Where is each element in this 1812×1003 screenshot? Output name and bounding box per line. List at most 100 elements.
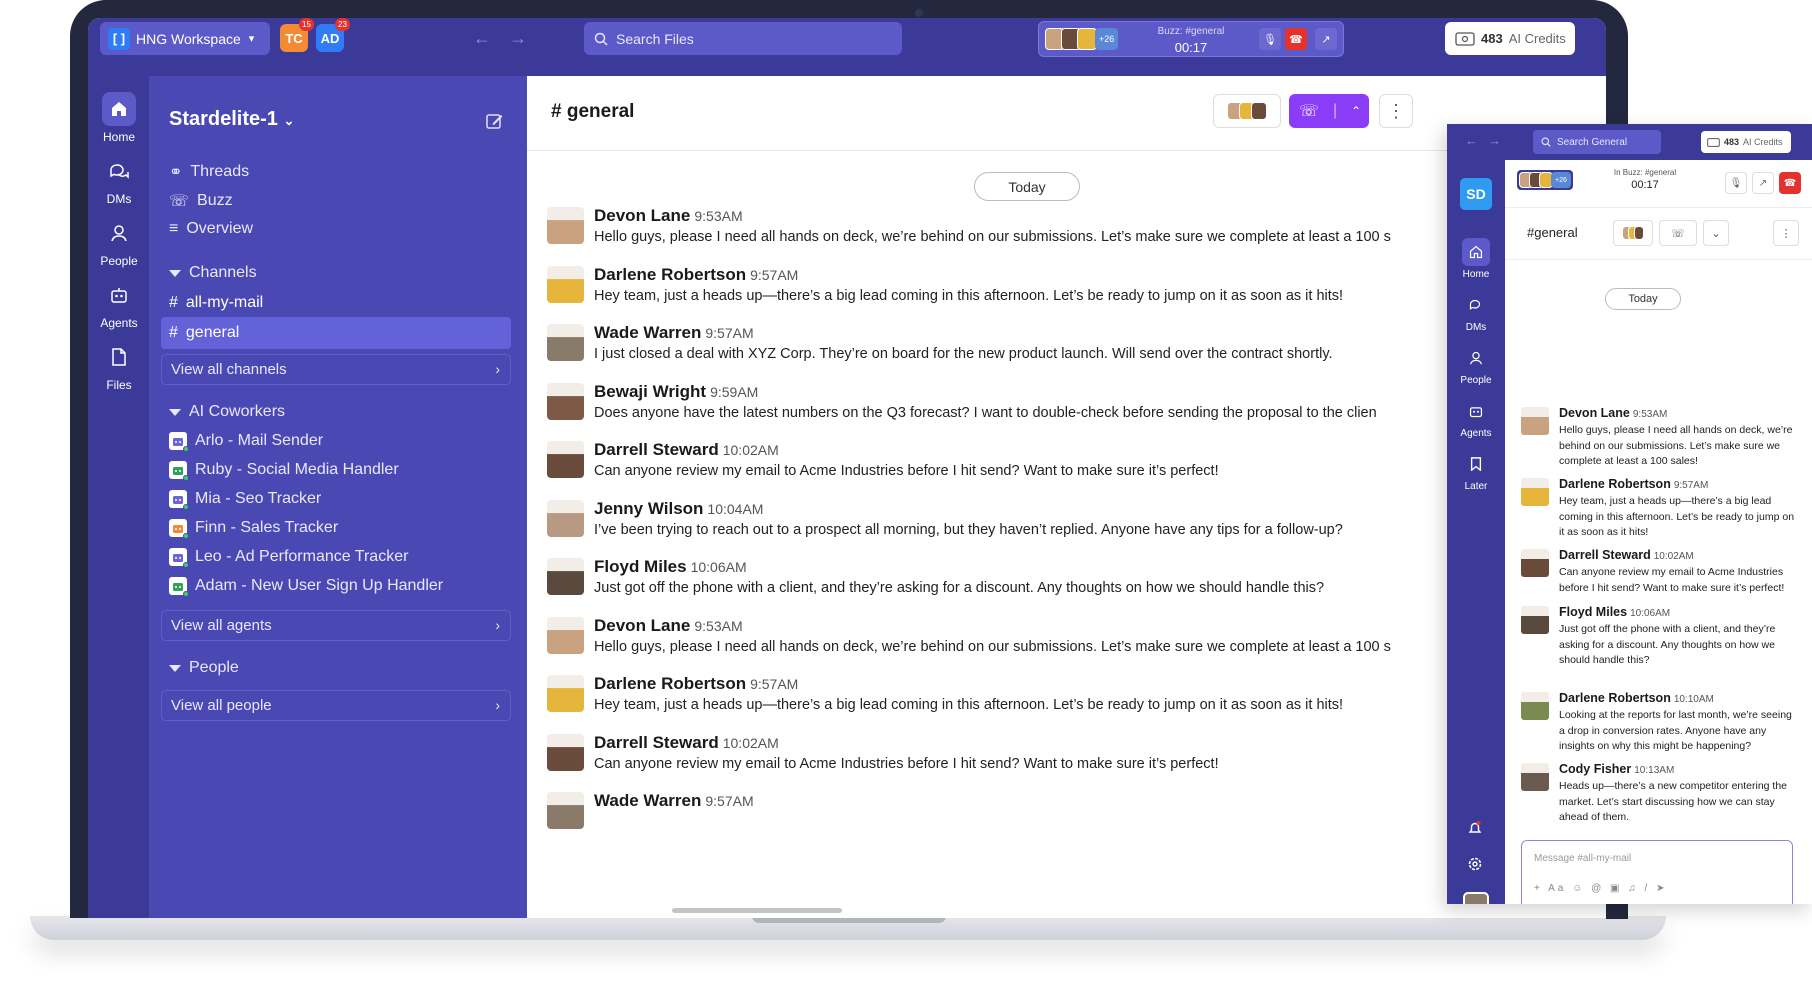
message-author[interactable]: Darrell Steward 10:02AM bbox=[594, 440, 779, 460]
avatar[interactable] bbox=[547, 792, 584, 829]
plus-icon[interactable]: + bbox=[1534, 883, 1543, 894]
workspace-tab-ad[interactable]: AD 23 bbox=[316, 18, 350, 52]
avatar[interactable] bbox=[1521, 407, 1549, 435]
message-author[interactable]: Devon Lane 9:53AM bbox=[1559, 406, 1667, 420]
avatar[interactable] bbox=[547, 558, 584, 595]
ai-coworkers-header[interactable]: AI Coworkers bbox=[169, 403, 285, 421]
more-options-icon[interactable]: ⋮ bbox=[1379, 94, 1413, 128]
call-button[interactable]: ☏ bbox=[1659, 220, 1697, 246]
message-author[interactable]: Darlene Robertson 10:10AM bbox=[1559, 691, 1714, 705]
avatar[interactable] bbox=[547, 733, 584, 771]
start-call-button[interactable]: ☏ | ⌃ bbox=[1289, 94, 1369, 128]
mention-icon[interactable]: @ bbox=[1591, 883, 1604, 894]
avatar[interactable] bbox=[1521, 692, 1549, 720]
emoji-icon[interactable]: ☺ bbox=[1572, 883, 1585, 894]
channels-header[interactable]: Channels bbox=[169, 264, 257, 282]
member-avatars[interactable] bbox=[1613, 220, 1653, 246]
people-header[interactable]: People bbox=[169, 659, 239, 677]
channel-item-all-my-mail[interactable]: # all-my-mail bbox=[161, 287, 511, 319]
rail-item-home[interactable]: Home bbox=[88, 92, 150, 144]
message-author[interactable]: Wade Warren 9:57AM bbox=[594, 323, 754, 343]
agent-item[interactable]: Mia - Seo Tracker bbox=[169, 490, 321, 510]
format-icon[interactable]: Aa bbox=[1548, 883, 1566, 894]
mic-icon[interactable]: ♫ bbox=[1628, 883, 1639, 894]
message-author[interactable]: Jenny Wilson 10:04AM bbox=[594, 499, 763, 519]
video-icon[interactable]: ▣ bbox=[1610, 883, 1622, 894]
more-options-icon[interactable]: ⋮ bbox=[1773, 220, 1799, 246]
avatar[interactable] bbox=[1521, 606, 1549, 634]
workspace-title[interactable]: Stardelite-1 ⌄ bbox=[169, 108, 294, 131]
back-arrow-icon[interactable]: ← bbox=[1465, 133, 1488, 148]
member-avatars[interactable] bbox=[1213, 94, 1281, 128]
message-composer[interactable]: Message #all-my-mail + Aa ☺ @ ▣ ♫ / ➤ bbox=[1521, 840, 1793, 904]
mute-mic-icon[interactable]: 🎙 bbox=[1259, 28, 1281, 50]
expand-icon[interactable]: ↗ bbox=[1315, 28, 1337, 50]
avatar[interactable] bbox=[547, 616, 584, 654]
mute-mic-icon[interactable]: 🎙 bbox=[1725, 172, 1747, 194]
chevron-up-icon[interactable]: ⌃ bbox=[1351, 104, 1361, 118]
agent-item[interactable]: Arlo - Mail Sender bbox=[169, 432, 323, 452]
gear-icon[interactable] bbox=[1467, 856, 1483, 877]
agent-item[interactable]: Leo - Ad Performance Tracker bbox=[169, 548, 408, 568]
compact-ai-credits[interactable]: 483 AI Credits bbox=[1701, 131, 1791, 153]
message-author[interactable]: Devon Lane 9:53AM bbox=[594, 206, 743, 226]
message-author[interactable]: Darrell Steward 10:02AM bbox=[594, 733, 779, 753]
agent-item[interactable]: Adam - New User Sign Up Handler bbox=[169, 577, 443, 597]
expand-icon[interactable]: ↗ bbox=[1752, 172, 1774, 194]
workspace-switcher[interactable]: [ ] HNG Workspace ▾ bbox=[100, 22, 270, 55]
user-avatar[interactable] bbox=[1463, 892, 1489, 904]
search-input[interactable]: Search Files bbox=[584, 22, 902, 55]
rail-item-agents[interactable]: Agents bbox=[88, 278, 150, 330]
compact-call-bar[interactable]: +26 In Buzz: #general 00:17 🎙 ↗ ☎ bbox=[1505, 160, 1812, 208]
slash-icon[interactable]: / bbox=[1645, 883, 1651, 894]
hang-up-icon[interactable]: ☎ bbox=[1285, 28, 1307, 50]
rail-item-dms[interactable]: DMs bbox=[1447, 291, 1505, 333]
agent-item[interactable]: Ruby - Social Media Handler bbox=[169, 461, 399, 481]
nav-buzz[interactable]: ☏ Buzz bbox=[169, 191, 233, 211]
avatar[interactable] bbox=[547, 441, 584, 478]
rail-item-dms[interactable]: DMs bbox=[88, 154, 150, 206]
channel-item-general[interactable]: # general bbox=[161, 317, 511, 349]
message-author[interactable]: Cody Fisher 10:13AM bbox=[1559, 762, 1674, 776]
message-author[interactable]: Wade Warren 9:57AM bbox=[594, 791, 754, 811]
nav-threads[interactable]: ⚭ Threads bbox=[169, 162, 249, 182]
hang-up-icon[interactable]: ☎ bbox=[1779, 172, 1801, 194]
compact-search-input[interactable]: Search General bbox=[1533, 130, 1661, 154]
nav-overview[interactable]: ≡ Overview bbox=[169, 220, 253, 238]
rail-item-people[interactable]: People bbox=[1447, 344, 1505, 386]
message-author[interactable]: Darrell Steward 10:02AM bbox=[1559, 548, 1694, 562]
avatar[interactable] bbox=[1521, 478, 1549, 506]
avatar[interactable] bbox=[547, 499, 584, 537]
view-all-people-button[interactable]: View all people › bbox=[161, 690, 511, 721]
compose-icon[interactable] bbox=[486, 112, 504, 135]
active-call-bar[interactable]: +26 Buzz: #general 00:17 🎙 ☎ ↗ bbox=[1038, 21, 1344, 57]
message-author[interactable]: Darlene Robertson 9:57AM bbox=[594, 265, 798, 285]
view-all-agents-button[interactable]: View all agents › bbox=[161, 610, 511, 641]
ai-credits[interactable]: 483 AI Credits bbox=[1445, 22, 1575, 55]
chevron-down-icon[interactable]: ⌄ bbox=[1703, 220, 1729, 246]
forward-arrow-icon[interactable]: → bbox=[1488, 133, 1511, 148]
view-all-channels-button[interactable]: View all channels › bbox=[161, 354, 511, 385]
avatar[interactable] bbox=[547, 265, 584, 303]
workspace-avatar[interactable]: SD bbox=[1460, 178, 1492, 210]
avatar[interactable] bbox=[547, 324, 584, 361]
avatar[interactable] bbox=[547, 382, 584, 420]
back-arrow-icon[interactable]: ← bbox=[473, 28, 509, 48]
avatar[interactable] bbox=[547, 675, 584, 712]
avatar[interactable] bbox=[547, 207, 584, 244]
workspace-tab-tc[interactable]: TC 15 bbox=[280, 18, 314, 52]
message-author[interactable]: Darlene Robertson 9:57AM bbox=[594, 674, 798, 694]
message-author[interactable]: Bewaji Wright 9:59AM bbox=[594, 382, 758, 402]
agent-item[interactable]: Finn - Sales Tracker bbox=[169, 519, 338, 539]
avatar[interactable] bbox=[1521, 763, 1549, 791]
forward-arrow-icon[interactable]: → bbox=[509, 28, 545, 48]
rail-item-home[interactable]: Home bbox=[1447, 238, 1505, 280]
horizontal-scrollbar[interactable] bbox=[672, 908, 842, 913]
message-author[interactable]: Floyd Miles 10:06AM bbox=[1559, 605, 1670, 619]
bell-icon[interactable] bbox=[1467, 820, 1483, 841]
message-author[interactable]: Darlene Robertson 9:57AM bbox=[1559, 477, 1708, 491]
avatar[interactable] bbox=[1521, 549, 1549, 577]
rail-item-later[interactable]: Later bbox=[1447, 450, 1505, 492]
rail-item-agents[interactable]: Agents bbox=[1447, 397, 1505, 439]
rail-item-people[interactable]: People bbox=[88, 216, 150, 268]
